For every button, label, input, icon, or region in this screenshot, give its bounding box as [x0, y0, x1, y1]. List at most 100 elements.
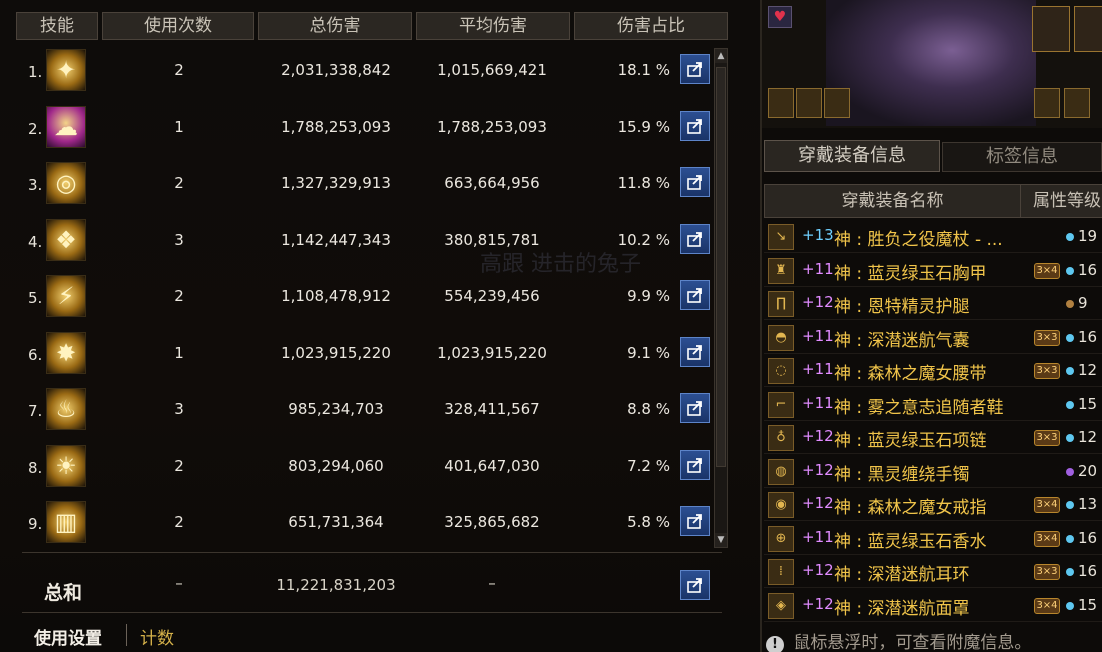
scrollbar[interactable]: ▲ ▼ — [714, 48, 728, 548]
bracelet-icon[interactable]: ◍ — [768, 458, 794, 485]
share-button[interactable] — [680, 449, 710, 480]
slot-icon[interactable] — [1034, 88, 1060, 118]
title-slot-icon[interactable] — [1032, 6, 1070, 52]
attribute-level: 16 — [1078, 260, 1098, 279]
slot-icon[interactable] — [1064, 88, 1090, 118]
pet-slot-icon[interactable] — [1074, 6, 1102, 52]
equipment-row[interactable]: ⌐ +11 神 : 雾之意志追随者鞋 15 — [764, 388, 1102, 421]
tab-count[interactable]: 计数 — [140, 624, 174, 649]
share-button[interactable] — [680, 223, 710, 254]
grade-dot-icon — [1066, 300, 1074, 308]
total-damage-value: 1,023,915,220 — [281, 343, 391, 362]
share-button[interactable] — [680, 280, 710, 310]
col-header-avg-damage: 平均伤害 — [416, 12, 570, 40]
row-number: 3. — [28, 176, 43, 194]
uses-count: 2 — [174, 456, 184, 475]
row-number: 4. — [28, 232, 43, 251]
equipment-row[interactable]: ↘ +13 神 : 胜负之役魔杖 - ... 19 — [764, 220, 1102, 253]
belt-icon[interactable]: ◌ — [768, 358, 794, 384]
crystal-skill-icon[interactable]: ❖ — [46, 218, 86, 261]
equipment-row[interactable]: ♜ +11 神 : 蓝灵绿玉石胸甲 3×4 16 — [764, 254, 1102, 287]
mask-icon[interactable]: ◈ — [768, 592, 794, 619]
leggings-icon[interactable]: ∏ — [768, 291, 794, 317]
row-number: 6. — [28, 345, 43, 364]
col-header-uses: 使用次数 — [102, 12, 254, 40]
slot-icon[interactable] — [768, 88, 794, 118]
tab-equipped-info[interactable]: 穿戴装备信息 — [764, 140, 940, 172]
scroll-down-arrow-icon[interactable]: ▼ — [715, 533, 727, 547]
col-header-equipment-name: 穿戴装备名称 — [765, 185, 1021, 217]
attribute-level: 15 — [1078, 595, 1098, 614]
ring-icon[interactable]: ◉ — [768, 492, 794, 518]
equipment-row[interactable]: ∏ +12 神 : 恩特精灵护腿 9 — [764, 287, 1102, 320]
col-header-skill: 技能 — [16, 12, 98, 40]
equipment-name: 神 : 雾之意志追随者鞋 — [834, 397, 1004, 418]
damage-share-value: 15.9 % — [617, 117, 670, 136]
staff-icon[interactable]: ↘ — [768, 224, 794, 250]
share-button[interactable] — [680, 167, 710, 197]
equipment-row[interactable]: ◉ +12 神 : 森林之魔女戒指 3×4 13 — [764, 488, 1102, 521]
share-icon — [687, 175, 702, 190]
equipment-name: 神 : 深潜迷航气囊 — [834, 330, 970, 351]
total-share-button[interactable] — [680, 570, 710, 600]
equipment-row[interactable]: ◌ +11 神 : 森林之魔女腰带 3×3 12 — [764, 354, 1102, 387]
total-damage-value: 803,294,060 — [288, 456, 384, 475]
grade-dot-icon — [1066, 266, 1074, 275]
earring-icon[interactable]: ⁞ — [768, 559, 794, 585]
enchant-badge: 3×3 — [1034, 329, 1060, 346]
slash-skill-icon[interactable]: ⚡ — [46, 275, 86, 317]
flame-skill-icon[interactable]: ♨ — [46, 388, 86, 430]
share-button[interactable] — [680, 393, 710, 423]
tab-tag-info[interactable]: 标签信息 — [942, 142, 1102, 172]
halo-skill-icon[interactable]: ☀ — [46, 444, 86, 487]
purple-burst-skill-icon[interactable]: ☁ — [46, 105, 86, 148]
damage-share-value: 10.2 % — [617, 230, 670, 249]
perfume-icon[interactable]: ⊕ — [768, 525, 794, 552]
golden-spikes-skill-icon[interactable]: ✦ — [46, 49, 86, 91]
uses-count: 2 — [174, 287, 184, 305]
equipment-row[interactable]: ◓ +11 神 : 深潜迷航气囊 3×3 16 — [764, 321, 1102, 354]
total-damage-value: 651,731,364 — [288, 513, 384, 531]
tab-usage-settings[interactable]: 使用设置 — [34, 624, 102, 649]
table-row: 9. ▥ 2 651,731,364 325,865,682 5.8 % — [20, 496, 720, 552]
necklace-icon[interactable]: ♁ — [768, 425, 794, 451]
heart-icon[interactable]: ♥ — [768, 6, 792, 28]
share-button[interactable] — [680, 506, 710, 536]
equipment-name: 神 : 深潜迷航面罩 — [834, 598, 970, 619]
attribute-level: 12 — [1078, 428, 1098, 446]
grade-dot-icon — [1066, 601, 1074, 610]
divider — [22, 552, 722, 553]
attribute-level: 15 — [1078, 394, 1098, 413]
equipment-name: 神 : 森林之魔女戒指 — [834, 498, 987, 518]
share-button[interactable] — [680, 54, 710, 84]
equipment-row[interactable]: ♁ +12 神 : 蓝灵绿玉石项链 3×3 12 — [764, 421, 1102, 454]
share-button[interactable] — [680, 336, 710, 367]
grade-dot-icon — [1066, 467, 1074, 476]
attribute-level: 12 — [1078, 361, 1098, 379]
swirl-skill-icon[interactable]: ◎ — [46, 162, 86, 204]
uses-count: 2 — [174, 61, 184, 79]
damage-share-value: 9.1 % — [627, 343, 670, 362]
row-number: 2. — [28, 119, 43, 138]
boots-icon[interactable]: ⌐ — [768, 391, 794, 418]
table-row: 4. ❖ 3 1,142,447,343 380,815,781 10.2 % — [20, 214, 720, 270]
uses-count: 3 — [174, 400, 184, 418]
equipment-row[interactable]: ⊕ +11 神 : 蓝灵绿玉石香水 3×4 16 — [764, 522, 1102, 555]
equipment-name: 神 : 胜负之役魔杖 - ... — [834, 230, 1003, 250]
row-number: 1. — [28, 63, 43, 81]
enhance-level: +11 — [802, 259, 834, 278]
attribute-level: 16 — [1078, 528, 1098, 547]
scroll-up-arrow-icon[interactable]: ▲ — [715, 49, 727, 63]
slot-icon[interactable] — [824, 88, 850, 118]
equipment-row[interactable]: ◈ +12 神 : 深潜迷航面罩 3×4 15 — [764, 589, 1102, 622]
equipment-row[interactable]: ⁞ +12 神 : 深潜迷航耳环 3×3 16 — [764, 555, 1102, 588]
explosion-skill-icon[interactable]: ✸ — [46, 331, 86, 374]
slot-icon[interactable] — [796, 88, 822, 118]
shoulder-icon[interactable]: ◓ — [768, 324, 794, 351]
scroll-thumb[interactable] — [716, 67, 726, 467]
table-row: 5. ⚡ 2 1,108,478,912 554,239,456 9.9 % — [20, 270, 720, 326]
share-button[interactable] — [680, 110, 710, 141]
pillars-skill-icon[interactable]: ▥ — [46, 501, 86, 543]
equipment-row[interactable]: ◍ +12 神 : 黑灵缠绕手镯 20 — [764, 455, 1102, 488]
chest-armor-icon[interactable]: ♜ — [768, 257, 794, 284]
